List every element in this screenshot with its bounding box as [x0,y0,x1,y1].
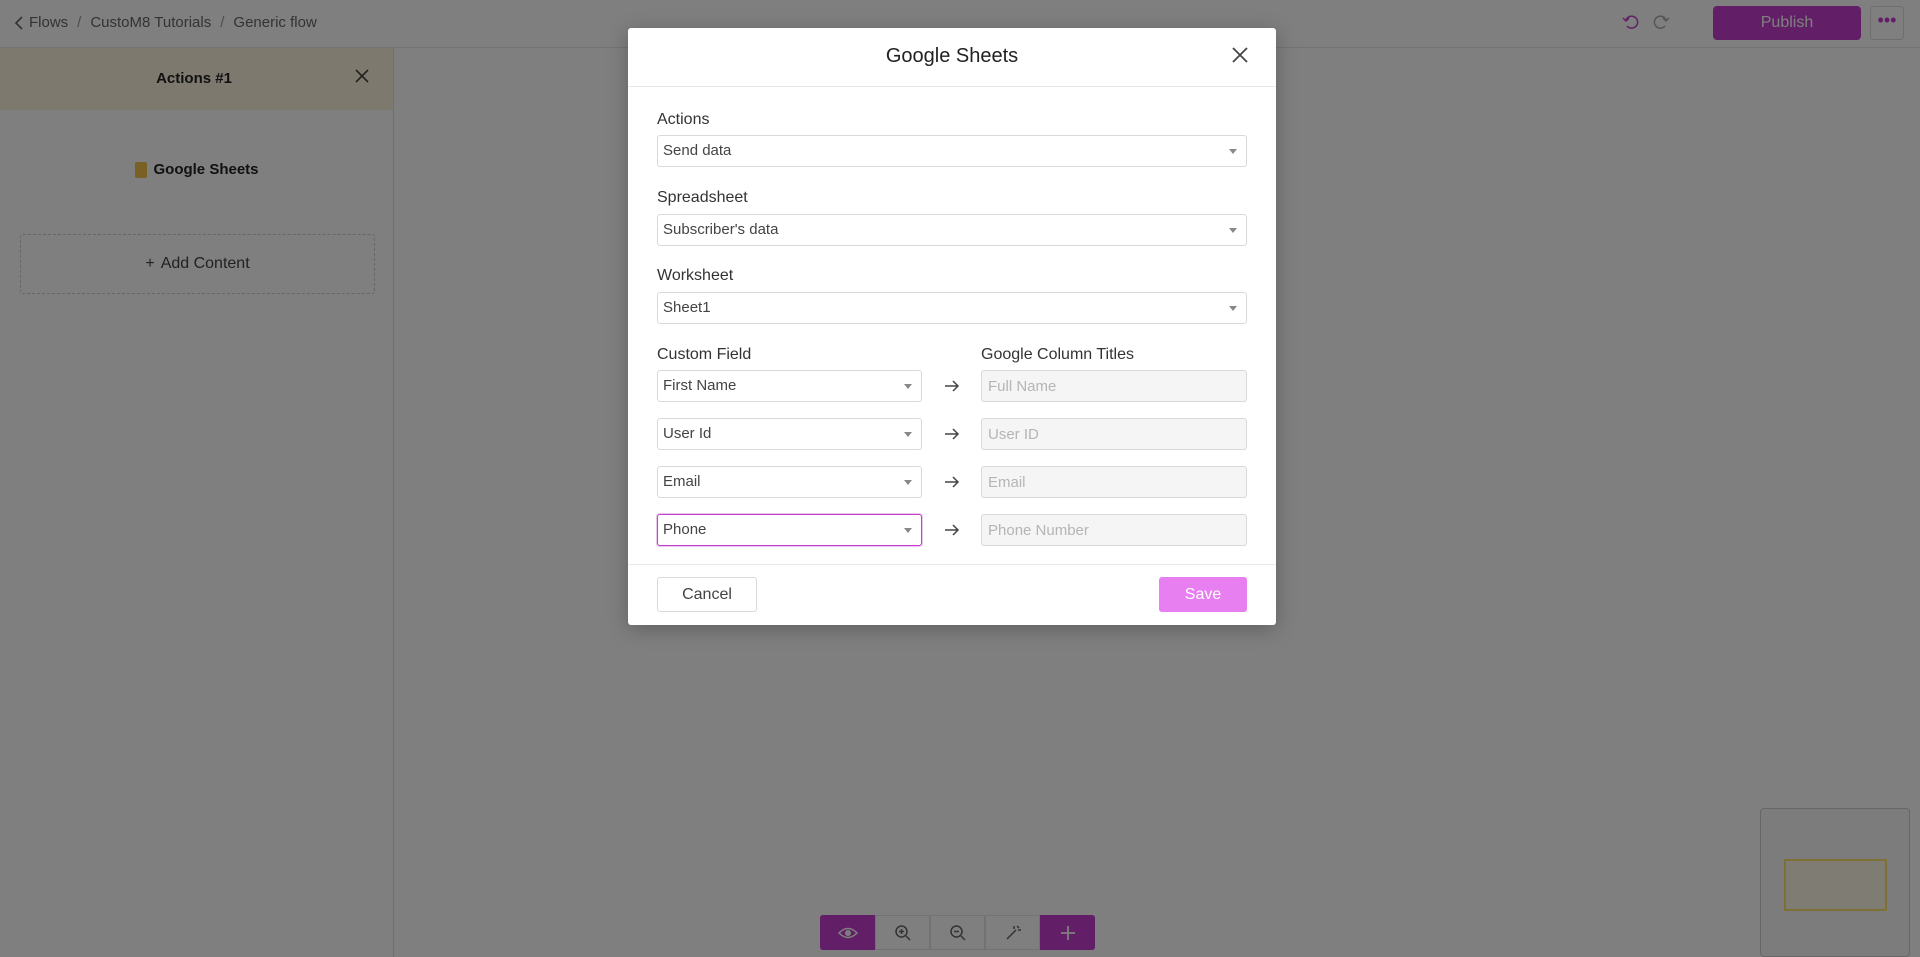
google-column-input[interactable] [981,418,1247,450]
google-column-input[interactable] [981,514,1247,546]
arrow-right-icon [945,380,960,392]
dialog-title: Google Sheets [885,45,1019,67]
google-column-input[interactable] [981,370,1247,402]
worksheet-select[interactable]: Sheet1 [657,292,1247,324]
custom-field-select[interactable]: First Name [657,370,922,402]
caret-down-icon [1229,228,1237,233]
dialog-header: Google Sheets [628,28,1276,87]
caret-down-icon [1229,149,1237,154]
actions-label: Actions [657,111,710,128]
actions-select[interactable]: Send data [657,135,1247,167]
custom-field-select[interactable]: Phone [657,514,922,546]
actions-value: Send data [663,142,732,159]
cancel-button[interactable]: Cancel [657,577,757,612]
spreadsheet-label: Spreadsheet [657,189,748,206]
custom-field-value: User Id [663,425,712,442]
custom-field-header: Custom Field [657,346,752,363]
google-column-titles-header: Google Column Titles [981,346,1134,363]
dialog-footer: Cancel Save [628,564,1276,625]
close-icon[interactable] [1230,45,1250,65]
google-sheets-dialog: Google Sheets Actions Send data Spreadsh… [628,28,1276,625]
spreadsheet-value: Subscriber's data [663,221,779,238]
google-column-input[interactable] [981,466,1247,498]
arrow-right-icon [945,428,960,440]
caret-down-icon [904,528,912,533]
caret-down-icon [904,384,912,389]
caret-down-icon [1229,306,1237,311]
custom-field-select[interactable]: Email [657,466,922,498]
worksheet-value: Sheet1 [663,299,711,316]
caret-down-icon [904,432,912,437]
arrow-right-icon [945,476,960,488]
arrow-right-icon [945,524,960,536]
worksheet-label: Worksheet [657,267,734,284]
spreadsheet-select[interactable]: Subscriber's data [657,214,1247,246]
save-button[interactable]: Save [1159,577,1247,612]
custom-field-value: Email [663,473,701,490]
custom-field-value: First Name [663,377,737,394]
custom-field-select[interactable]: User Id [657,418,922,450]
custom-field-value: Phone [663,521,707,538]
caret-down-icon [904,480,912,485]
